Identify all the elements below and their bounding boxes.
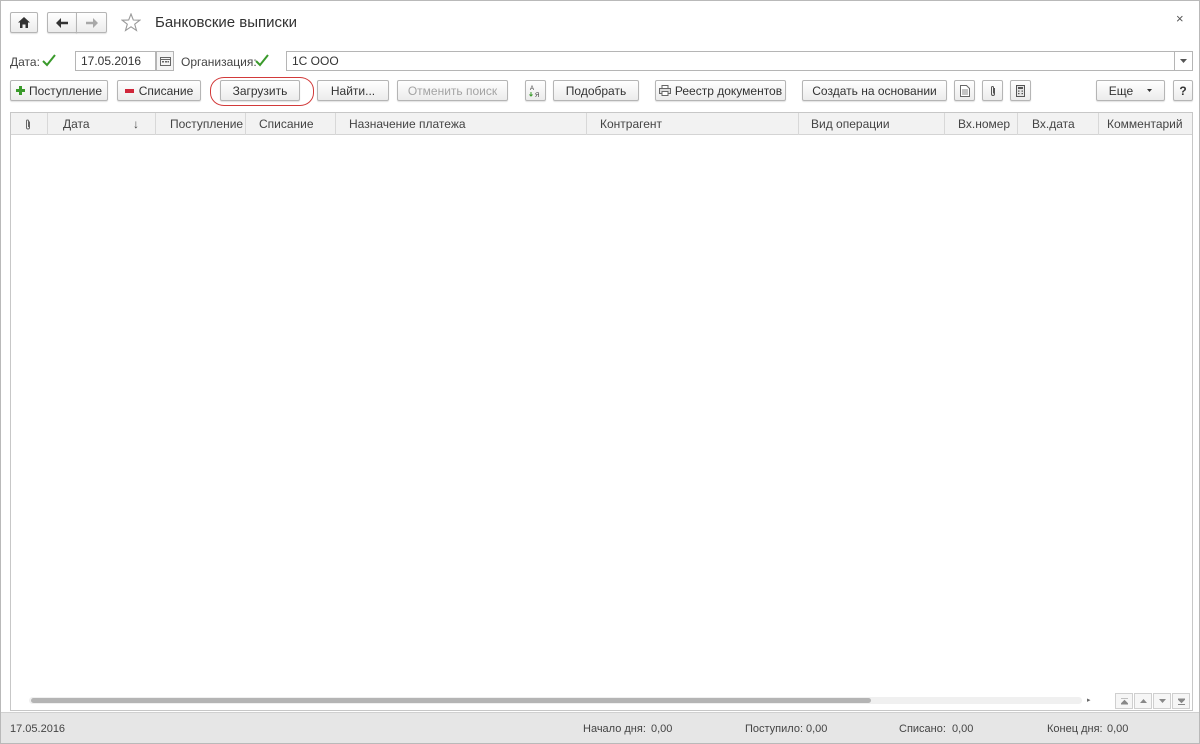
add-income-button[interactable]: Поступление <box>10 80 108 101</box>
scroll-up-button[interactable] <box>1134 693 1152 709</box>
add-writeoff-button[interactable]: Списание <box>117 80 201 101</box>
writeoff-total-value: 0,00 <box>952 723 974 735</box>
document-registry-label: Реестр документов <box>674 83 783 98</box>
bank-statements-table[interactable]: Дата ↓ Поступление Списание Назначение п… <box>10 112 1193 711</box>
create-based-on-button[interactable]: Создать на основании <box>802 80 947 101</box>
paperclip-icon <box>26 119 30 130</box>
home-button[interactable] <box>10 12 38 33</box>
date-filter-label: Дата: <box>10 55 40 69</box>
income-total-value: 0,00 <box>806 723 828 735</box>
more-menu-button[interactable]: Еще <box>1096 80 1165 101</box>
organization-filter-checkbox[interactable] <box>255 53 269 67</box>
organization-field[interactable]: 1С ООО <box>286 51 1175 71</box>
column-header-attachment[interactable] <box>11 113 48 135</box>
column-header-operation-type[interactable]: Вид операции <box>799 113 945 135</box>
svg-text:A: A <box>530 86 534 92</box>
column-header-income[interactable]: Поступление <box>156 113 246 135</box>
writeoff-total-label: Списано: <box>899 723 946 735</box>
column-header-incoming-number[interactable]: Вх.номер <box>945 113 1018 135</box>
date-filter-checkbox[interactable] <box>42 53 56 67</box>
scroll-to-bottom-button[interactable] <box>1172 693 1190 709</box>
document-registry-button[interactable]: Реестр документов <box>655 80 786 101</box>
day-end-value: 0,00 <box>1107 723 1129 735</box>
close-icon[interactable]: × <box>1176 11 1184 26</box>
status-bar: 17.05.2016 Начало дня: 0,00 Поступило: 0… <box>1 712 1199 743</box>
add-income-label: Поступление <box>28 83 103 98</box>
add-writeoff-label: Списание <box>138 83 194 98</box>
chevron-up-icon <box>1139 699 1147 703</box>
cancel-search-button[interactable]: Отменить поиск <box>397 80 508 101</box>
arrow-left-icon <box>56 17 68 28</box>
checkmark-icon <box>42 53 56 66</box>
forward-button[interactable] <box>76 12 107 33</box>
load-button-highlight <box>210 77 314 106</box>
column-header-date-label: Дата <box>63 117 90 131</box>
attach-files-button[interactable] <box>982 80 1003 101</box>
column-header-payment-purpose[interactable]: Назначение платежа <box>336 113 587 135</box>
calendar-button[interactable] <box>156 51 174 71</box>
chevron-down-icon <box>1180 59 1187 63</box>
select-button[interactable]: Подобрать <box>553 80 639 101</box>
printer-icon <box>658 85 671 96</box>
scroll-right-arrow-icon[interactable]: ▸ <box>1087 696 1091 704</box>
sort-button[interactable]: A Я <box>525 80 546 101</box>
paperclip-icon <box>990 85 995 96</box>
chevron-down-icon <box>1147 89 1153 92</box>
organization-filter-label: Организация: <box>181 55 257 69</box>
more-menu-label: Еще <box>1108 83 1134 98</box>
page-title: Банковские выписки <box>155 14 297 31</box>
document-icon <box>959 84 970 97</box>
double-chevron-up-icon <box>1120 697 1128 704</box>
calculator-icon <box>1016 84 1025 97</box>
scroll-to-top-button[interactable] <box>1115 693 1133 709</box>
related-documents-button[interactable] <box>954 80 975 101</box>
status-date: 17.05.2016 <box>10 723 66 735</box>
column-header-comment[interactable]: Комментарий <box>1099 113 1192 135</box>
day-start-label: Начало дня: <box>583 723 646 735</box>
sort-descending-icon: ↓ <box>133 117 139 131</box>
help-button[interactable]: ? <box>1173 80 1193 101</box>
column-header-writeoff[interactable]: Списание <box>246 113 336 135</box>
column-header-counterparty[interactable]: Контрагент <box>587 113 799 135</box>
arrow-right-icon <box>85 17 98 28</box>
sort-az-icon: A Я <box>528 86 539 98</box>
chevron-down-icon <box>1158 699 1166 703</box>
scroll-down-button[interactable] <box>1153 693 1171 709</box>
back-button[interactable] <box>47 12 77 33</box>
horizontal-scrollbar[interactable] <box>29 697 1082 704</box>
calendar-icon <box>159 57 171 66</box>
day-start-value: 0,00 <box>651 723 673 735</box>
svg-text:Я: Я <box>535 93 539 98</box>
horizontal-scrollbar-thumb[interactable] <box>31 698 871 703</box>
double-chevron-down-icon <box>1177 698 1185 705</box>
home-icon <box>18 17 30 28</box>
income-total-label: Поступило: <box>745 723 804 735</box>
checkmark-icon <box>255 53 269 66</box>
bank-statements-window: Банковские выписки × Дата: 17.05.2016 Ор… <box>0 0 1200 744</box>
column-header-incoming-date[interactable]: Вх.дата <box>1018 113 1099 135</box>
date-field[interactable]: 17.05.2016 <box>75 51 156 71</box>
favorite-star-icon[interactable] <box>120 12 142 35</box>
find-button[interactable]: Найти... <box>317 80 389 101</box>
calculator-button[interactable] <box>1010 80 1031 101</box>
table-header: Дата ↓ Поступление Списание Назначение п… <box>11 113 1192 135</box>
minus-icon <box>124 88 134 93</box>
plus-icon <box>15 86 25 95</box>
column-header-date[interactable]: Дата ↓ <box>48 113 156 135</box>
day-end-label: Конец дня: <box>1047 723 1103 735</box>
organization-dropdown-button[interactable] <box>1174 51 1193 71</box>
